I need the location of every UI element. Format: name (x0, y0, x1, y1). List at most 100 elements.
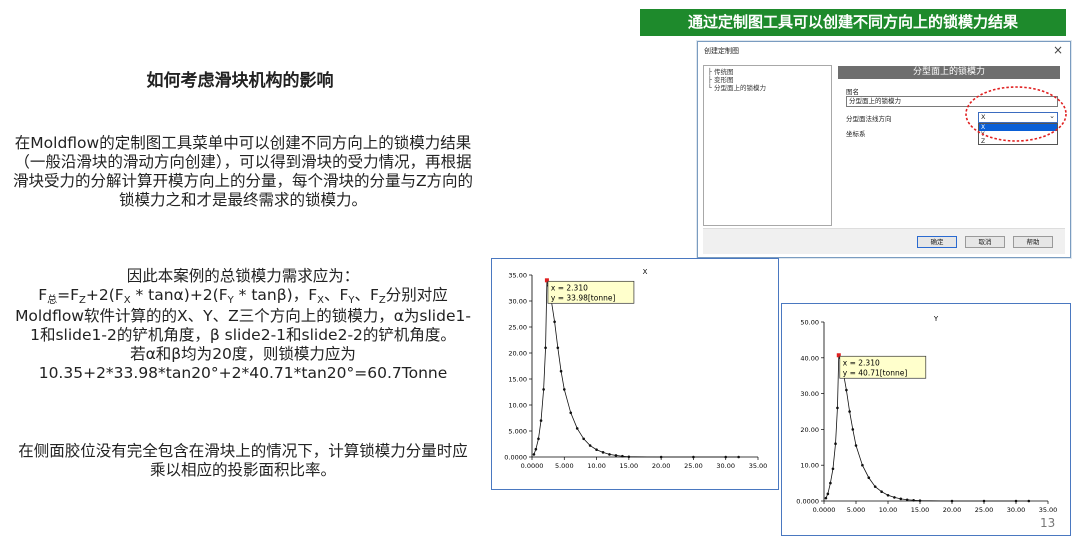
data-point (595, 448, 598, 452)
slide-title: 如何考虑滑块机构的影响 (146, 71, 334, 91)
y-tick-label: 10.00 (508, 402, 527, 410)
help-button[interactable]: 帮助 (1013, 236, 1053, 248)
x-tick-label: 5.000 (847, 506, 866, 514)
data-point (1027, 499, 1031, 503)
data-point (1014, 499, 1018, 503)
data-point (532, 453, 536, 456)
tree-item[interactable]: └ 分型面上的锁模力 (708, 84, 827, 92)
y-tick-label: 0.0000 (796, 498, 819, 506)
data-point (826, 492, 830, 496)
data-point (627, 455, 631, 459)
chart-title: Y (933, 315, 939, 323)
x-tick-label: 15.00 (620, 462, 639, 470)
description-paragraph: 在Moldflow的定制图工具菜单中可以创建不同方向上的锁模力结果（一般沿滑块的… (12, 134, 474, 209)
close-icon[interactable]: × (1053, 43, 1063, 57)
note-paragraph: 在侧面胶位没有完全包含在滑块上的情况下，计算锁模力分量时应乘以相应的投影面积比率… (18, 442, 468, 479)
y-tick-label: 20.00 (508, 350, 527, 358)
data-point (556, 346, 560, 350)
formula-explanation: Moldflow软件计算的的X、Y、Z三个方向上的锁模力，α为slide1-1和… (15, 307, 471, 344)
data-point (569, 411, 573, 415)
chart-y: Y 0.0000 10.00 20.00 30.00 40.00 50.00 0.0000 5.… (781, 303, 1071, 536)
data-point (659, 455, 663, 459)
x-tick-label: 10.00 (587, 462, 606, 470)
tooltip-y: y = 40.71[tonne] (843, 368, 908, 377)
y-tick-label: 30.00 (800, 390, 819, 398)
data-point (905, 498, 909, 502)
chart-x-svg: X 0.0000 5.000 10.00 15.00 20.00 25.00 30.00 35.… (504, 268, 767, 470)
x-tick-label: 20.00 (652, 462, 671, 470)
data-point (899, 497, 903, 501)
y-tick-label: 50.00 (800, 319, 819, 327)
highlight-ellipse (965, 86, 1067, 142)
tree-item[interactable]: ├ 变形图 (708, 76, 827, 84)
data-point (851, 428, 855, 431)
dialog-title: 创建定制图 (704, 47, 739, 55)
ok-button[interactable]: 确定 (917, 236, 957, 248)
data-point (982, 499, 986, 503)
formula-intro: 因此本案例的总锁模力需求应为： (126, 267, 360, 285)
data-point (886, 493, 890, 497)
tree-item[interactable]: ├ 传统图 (708, 68, 827, 76)
data-point (562, 388, 566, 391)
data-point (873, 485, 877, 488)
data-point (621, 454, 624, 458)
data-point (824, 496, 828, 500)
x-tick-label: 10.00 (879, 506, 898, 514)
x-tick-label: 30.00 (1007, 506, 1026, 514)
tooltip: x = 2.310y = 33.98[tonne] (547, 280, 635, 304)
green-banner: 通过定制图工具可以创建不同方向上的锁模力结果 (640, 9, 1066, 36)
data-point (553, 320, 556, 324)
data-point (575, 427, 579, 430)
data-point (692, 455, 695, 459)
x-tick-label: 35.00 (1039, 506, 1058, 514)
x-tick-label: 0.0000 (813, 506, 836, 514)
data-point (559, 369, 563, 373)
data-point (724, 455, 728, 459)
data-point (829, 481, 832, 485)
data-point (836, 406, 839, 410)
y-tick-label: 35.00 (508, 272, 527, 280)
coordinate-system-label: 坐标系 (846, 130, 866, 138)
data-point (861, 463, 864, 467)
data-point (534, 447, 538, 451)
data-point (854, 444, 858, 447)
y-tick-label: 25.00 (508, 324, 527, 332)
cancel-button[interactable]: 取消 (965, 236, 1005, 248)
y-tick-label: 15.00 (508, 376, 527, 384)
data-point (950, 499, 954, 503)
data-point (848, 410, 851, 413)
x-tick-label: 15.00 (911, 506, 930, 514)
formula-line: F总=FZ+2(FX * tanα)+2(FY * tanβ)，FX、FY、FZ… (38, 286, 448, 306)
create-custom-plot-dialog: 创建定制图 × ├ 传统图 ├ 变形图 └ 分型面上的锁模力 分型面上的锁模力 … (697, 41, 1071, 258)
y-tick-label: 20.00 (800, 426, 819, 434)
x-tick-label: 20.00 (943, 506, 962, 514)
data-point (831, 467, 835, 471)
y-tick-label: 10.00 (800, 462, 819, 470)
data-point (880, 490, 883, 493)
data-point (918, 499, 922, 502)
data-point (544, 346, 547, 350)
data-point (834, 442, 837, 446)
tooltip-x: x = 2.310 (551, 283, 588, 292)
x-tick-label: 30.00 (716, 462, 735, 470)
tooltip-x: x = 2.310 (843, 358, 880, 367)
data-point (539, 419, 543, 422)
tooltip-y: y = 33.98[tonne] (551, 293, 616, 302)
data-point (614, 454, 618, 457)
data-point (582, 437, 585, 441)
data-point (867, 476, 871, 480)
data-point (737, 455, 740, 459)
formula-angle: 若α和β均为20度，则锁模力应为 (130, 345, 356, 363)
name-label: 图名 (846, 88, 859, 96)
data-point (601, 451, 605, 454)
formula-paragraph: 因此本案例的总锁模力需求应为： F总=FZ+2(FX * tanα)+2(FY … (12, 267, 474, 383)
data-point (542, 388, 545, 391)
page-number: 13 (1040, 516, 1056, 530)
data-point (537, 437, 540, 441)
data-line (533, 280, 739, 458)
y-tick-label: 0.0000 (504, 454, 527, 462)
x-tick-label: 5.000 (555, 462, 574, 470)
y-tick-label: 30.00 (508, 298, 527, 306)
chart-y-svg: Y 0.0000 10.00 20.00 30.00 40.00 50.00 0.0000 5.… (796, 315, 1058, 514)
x-tick-label: 0.0000 (521, 462, 544, 470)
